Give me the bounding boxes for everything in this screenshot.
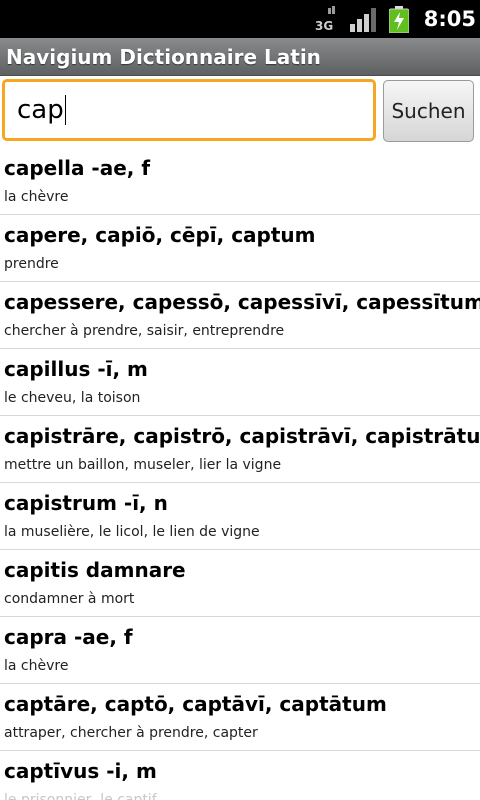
list-item[interactable]: capistrāre, capistrō, capistrāvī, capist… xyxy=(0,416,480,483)
entry-term: capitis damnare xyxy=(4,558,186,582)
status-bar: 3G 8:05 xyxy=(0,0,480,38)
entry-term: capistrum -ī, n xyxy=(4,491,168,515)
entry-term: capere, capiō, cēpī, captum xyxy=(4,223,316,247)
list-item[interactable]: capillus -ī, m le cheveu, la toison xyxy=(0,349,480,416)
search-button[interactable]: Suchen xyxy=(383,80,474,142)
list-item[interactable]: capitis damnare condamner à mort xyxy=(0,550,480,617)
entry-definition: chercher à prendre, saisir, entreprendre xyxy=(4,323,285,339)
app-title: Navigium Dictionnaire Latin xyxy=(6,45,321,69)
svg-text:3G: 3G xyxy=(315,19,333,32)
entry-definition: la chèvre xyxy=(4,658,69,674)
entry-definition: le prisonnier, le captif xyxy=(4,792,157,800)
entry-term: capillus -ī, m xyxy=(4,357,148,381)
entry-term: capistrāre, capistrō, capistrāvī, capist… xyxy=(4,424,480,448)
signal-icon xyxy=(350,8,376,32)
status-time: 8:05 xyxy=(423,7,476,31)
search-row: cap Suchen xyxy=(0,76,480,148)
search-input-value: cap xyxy=(17,95,64,125)
list-item[interactable]: capere, capiō, cēpī, captum prendre xyxy=(0,215,480,282)
entry-term: capella -ae, f xyxy=(4,156,151,180)
entry-term: capra -ae, f xyxy=(4,625,133,649)
entry-definition: mettre un baillon, museler, lier la vign… xyxy=(4,457,282,473)
results-list[interactable]: capella -ae, f la chèvre capere, capiō, … xyxy=(0,148,480,800)
entry-definition: condamner à mort xyxy=(4,591,135,607)
entry-definition: la chèvre xyxy=(4,189,69,205)
list-item[interactable]: capessere, capessō, capessīvī, capessītu… xyxy=(0,282,480,349)
list-item[interactable]: capella -ae, f la chèvre xyxy=(0,148,480,215)
list-item[interactable]: capra -ae, f la chèvre xyxy=(0,617,480,684)
list-item[interactable]: captīvus -i, m le prisonnier, le captif xyxy=(0,751,480,800)
search-input[interactable]: cap xyxy=(2,79,376,141)
entry-definition: la muselière, le licol, le lien de vigne xyxy=(4,524,260,540)
battery-charging-icon xyxy=(389,6,409,33)
list-item[interactable]: capistrum -ī, n la muselière, le licol, … xyxy=(0,483,480,550)
entry-definition: prendre xyxy=(4,256,59,272)
entry-term: captīvus -i, m xyxy=(4,759,157,783)
list-item[interactable]: captāre, captō, captāvī, captātum attrap… xyxy=(0,684,480,751)
entry-definition: attraper, chercher à prendre, capter xyxy=(4,725,258,741)
3g-icon: 3G xyxy=(315,6,335,32)
entry-term: captāre, captō, captāvī, captātum xyxy=(4,692,387,716)
title-bar: Navigium Dictionnaire Latin xyxy=(0,38,480,76)
entry-term: capessere, capessō, capessīvī, capessītu… xyxy=(4,290,480,314)
entry-definition: le cheveu, la toison xyxy=(4,390,141,406)
text-cursor xyxy=(64,95,66,125)
